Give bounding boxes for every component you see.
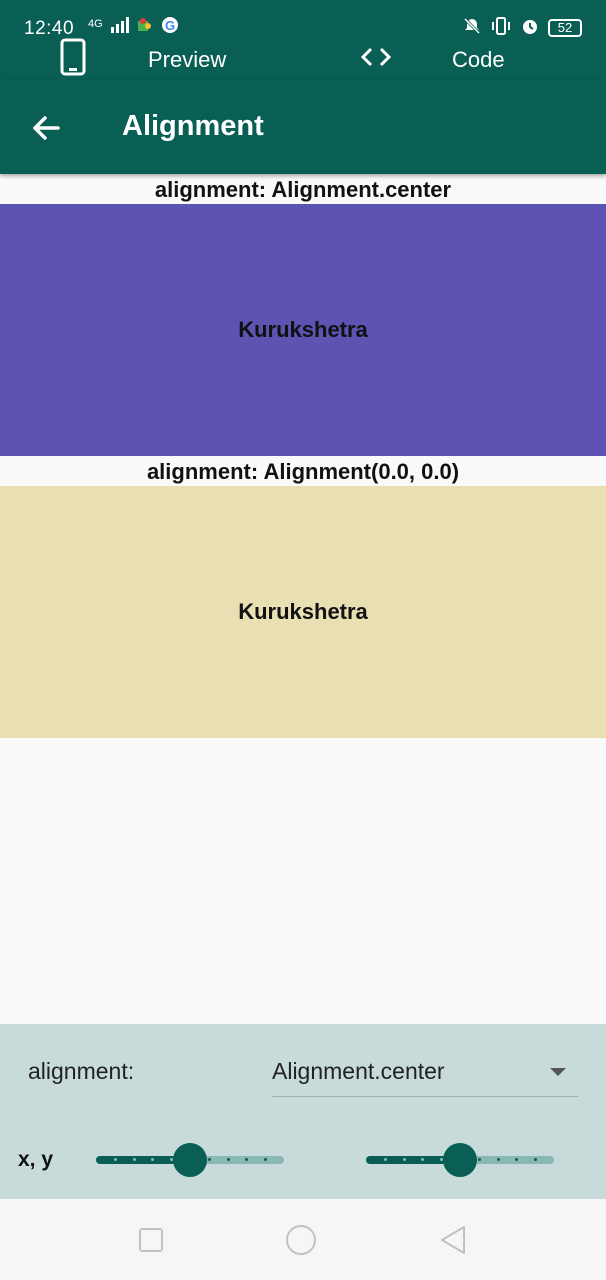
- svg-text:G: G: [165, 18, 175, 33]
- slider-tick-dot: [208, 1158, 211, 1161]
- x-slider-thumb[interactable]: [173, 1143, 207, 1177]
- tab-code[interactable]: Code: [358, 40, 505, 80]
- status-icons-right: 52: [462, 16, 582, 40]
- example-caption-center: alignment: Alignment.center: [154, 177, 452, 202]
- battery-icon: 52: [548, 19, 582, 37]
- status-bar: 12:40 4G G 52 Preview Code: [0, 0, 606, 80]
- code-icon: [358, 45, 394, 75]
- puzzle-icon: [137, 17, 153, 36]
- google-icon: G: [161, 16, 179, 37]
- phone-icon: [60, 38, 86, 82]
- slider-tick-dot: [515, 1158, 518, 1161]
- vibrate-icon: [490, 16, 512, 40]
- alignment-dropdown[interactable]: Alignment.center: [272, 1052, 578, 1097]
- tab-code-label: Code: [452, 47, 505, 72]
- slider-tick-dot: [227, 1158, 230, 1161]
- alarm-icon: [520, 16, 540, 40]
- x-slider[interactable]: [96, 1142, 284, 1178]
- triangle-back-icon[interactable]: [436, 1223, 470, 1257]
- slider-tick-dot: [264, 1158, 267, 1161]
- caret-down-icon: [550, 1068, 566, 1076]
- slider-tick-dot: [133, 1158, 136, 1161]
- circle-icon[interactable]: [284, 1223, 318, 1257]
- view-tabs: Preview Code: [0, 38, 606, 82]
- aligned-container-center: Kurukshetra: [0, 204, 606, 456]
- page-title: Alignment: [122, 110, 264, 142]
- signal-icon: [110, 17, 129, 36]
- arrow-back-icon[interactable]: [28, 110, 64, 146]
- slider-tick-dot: [151, 1158, 154, 1161]
- mute-icon: [462, 16, 482, 40]
- slider-tick-dot: [478, 1158, 481, 1161]
- example-caption-xy: alignment: Alignment(0.0, 0.0): [146, 459, 460, 484]
- app-bar: Alignment: [0, 80, 606, 174]
- battery-level: 52: [557, 20, 573, 35]
- aligned-container-xy: Kurukshetra: [0, 486, 606, 738]
- y-slider-thumb[interactable]: [443, 1143, 477, 1177]
- status-time: 12:40: [24, 18, 75, 39]
- alignment-dropdown-value: Alignment.center: [272, 1058, 445, 1084]
- alignment-label: alignment:: [28, 1058, 135, 1084]
- slider-tick-dot: [497, 1158, 500, 1161]
- network-type: 4G: [88, 17, 103, 30]
- system-nav-bar: [0, 1199, 606, 1280]
- status-icons-left: 4G G: [88, 16, 179, 37]
- slider-tick-dot: [245, 1158, 248, 1161]
- slider-tick-dot: [403, 1158, 406, 1161]
- container-child-text: Kurukshetra: [238, 599, 368, 624]
- square-icon[interactable]: [134, 1223, 168, 1257]
- xy-label: x, y: [18, 1148, 54, 1171]
- slider-tick-dot: [114, 1158, 117, 1161]
- slider-tick-dot: [421, 1158, 424, 1161]
- slider-tick-dot: [384, 1158, 387, 1161]
- tab-preview[interactable]: Preview: [60, 38, 227, 82]
- container-child-text: Kurukshetra: [238, 317, 368, 342]
- slider-tick-dot: [534, 1158, 537, 1161]
- tab-preview-label: Preview: [148, 47, 227, 72]
- controls-panel: alignment: Alignment.center x, y: [0, 1024, 606, 1199]
- y-slider[interactable]: [366, 1142, 554, 1178]
